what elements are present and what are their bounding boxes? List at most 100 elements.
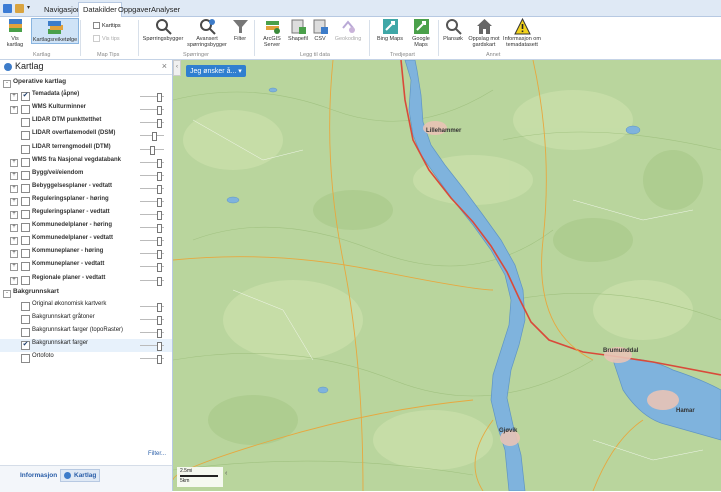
csv-button[interactable]: CSV: [309, 18, 331, 42]
filter-link[interactable]: Filter...: [148, 451, 166, 457]
slider-thumb[interactable]: [157, 93, 162, 103]
slider-thumb[interactable]: [157, 211, 162, 220]
layer-visibility-checkbox[interactable]: [21, 131, 30, 141]
layer-row[interactable]: + Kommuneplaner - vedtatt: [0, 260, 172, 273]
slider-thumb[interactable]: [157, 302, 162, 312]
opacity-slider[interactable]: [140, 276, 164, 286]
slider-thumb[interactable]: [157, 342, 162, 351]
layer-group-row[interactable]: - Operative kartlag: [0, 77, 172, 90]
shapefil-button[interactable]: Shapefil: [287, 18, 309, 42]
layer-visibility-checkbox[interactable]: [21, 327, 30, 337]
collapse-handle[interactable]: ‹: [225, 470, 233, 486]
expand-icon[interactable]: +: [10, 184, 18, 193]
expand-icon[interactable]: +: [10, 250, 18, 259]
collapse-panel-handle[interactable]: ‹: [173, 60, 181, 76]
bing-maps-button[interactable]: Bing Maps: [373, 18, 407, 42]
layer-row[interactable]: Ortofoto: [0, 352, 172, 365]
action-dropdown-button[interactable]: Jeg ønsker å... ▾: [186, 65, 246, 77]
dropdown-arrow-icon[interactable]: ▾: [27, 4, 32, 13]
layer-visibility-checkbox[interactable]: [21, 301, 30, 311]
slider-thumb[interactable]: [157, 276, 162, 286]
filter-button[interactable]: Filter: [229, 18, 251, 42]
slider-thumb[interactable]: [157, 224, 162, 234]
layer-row[interactable]: LIDAR overflatemodell (DSM): [0, 129, 172, 142]
opacity-slider[interactable]: [140, 237, 164, 247]
opacity-slider[interactable]: [140, 355, 164, 365]
collapse-icon[interactable]: -: [3, 80, 11, 88]
opacity-slider[interactable]: [140, 184, 164, 194]
kartlagsrekkefolge-button[interactable]: Kartlagsreiketølge: [31, 18, 79, 44]
oppslag-gardskart-button[interactable]: Oppslag mot gardskart: [466, 18, 502, 48]
opacity-slider[interactable]: [140, 224, 164, 234]
layer-visibility-checkbox[interactable]: [21, 249, 30, 259]
tab-informasjon[interactable]: Informasjon: [20, 472, 57, 479]
layer-row[interactable]: + WMS Kulturminner: [0, 103, 172, 116]
expand-icon[interactable]: +: [10, 171, 18, 180]
tab-analyser[interactable]: Analyser: [147, 3, 184, 16]
google-maps-button[interactable]: Google Maps: [407, 18, 435, 48]
vis-kartlag-button[interactable]: Vis kartlag: [0, 18, 30, 48]
layer-row[interactable]: + ✔ Temadata (åpne): [0, 90, 172, 103]
opacity-slider[interactable]: [140, 158, 164, 168]
opacity-slider[interactable]: [140, 119, 164, 129]
close-icon[interactable]: ×: [162, 61, 167, 71]
layer-row[interactable]: + Bebyggelsesplaner - vedtatt: [0, 182, 172, 195]
layer-visibility-checkbox[interactable]: [21, 223, 30, 233]
slider-thumb[interactable]: [150, 145, 155, 155]
sporringsbygger-button[interactable]: Spørringsbygger: [141, 18, 185, 42]
expand-icon[interactable]: +: [10, 106, 18, 115]
slider-thumb[interactable]: [157, 184, 162, 194]
opacity-slider[interactable]: [140, 263, 164, 273]
layer-row[interactable]: + WMS fra Nasjonal vegdatabank: [0, 156, 172, 169]
slider-thumb[interactable]: [157, 328, 162, 338]
layer-row[interactable]: + Kommunedelplaner - høring: [0, 221, 172, 234]
expand-icon[interactable]: +: [10, 197, 18, 206]
layer-visibility-checkbox[interactable]: [21, 354, 30, 364]
layer-visibility-checkbox[interactable]: [21, 183, 30, 193]
layer-visibility-checkbox[interactable]: [21, 144, 30, 154]
opacity-slider[interactable]: [140, 302, 164, 312]
informasjon-temadatasett-button[interactable]: Informasjon om temadatasett: [502, 17, 542, 48]
layer-visibility-checkbox[interactable]: [21, 262, 30, 272]
layer-row[interactable]: LIDAR terrengmodell (DTM): [0, 143, 172, 156]
slider-thumb[interactable]: [157, 263, 162, 273]
expand-icon[interactable]: +: [10, 276, 18, 285]
opacity-slider[interactable]: [140, 145, 164, 155]
layer-row[interactable]: Original økonomisk kartverk: [0, 300, 172, 313]
opacity-slider[interactable]: [140, 106, 164, 116]
layer-visibility-checkbox[interactable]: [21, 105, 30, 115]
opacity-slider[interactable]: [140, 342, 164, 351]
slider-thumb[interactable]: [157, 171, 162, 181]
layer-row[interactable]: LIDAR DTM punkttetthet: [0, 116, 172, 129]
layer-row[interactable]: Bakgrunnskart gråtoner: [0, 313, 172, 326]
layer-visibility-checkbox[interactable]: ✔: [21, 92, 30, 102]
layer-group-row[interactable]: - Bakgrunnskart: [0, 287, 172, 300]
slider-thumb[interactable]: [157, 119, 162, 129]
layer-visibility-checkbox[interactable]: [21, 196, 30, 206]
opacity-slider[interactable]: [140, 197, 164, 207]
opacity-slider[interactable]: [140, 93, 164, 103]
karttips-box[interactable]: [93, 22, 100, 29]
plansok-button[interactable]: Plansøk: [440, 18, 466, 42]
slider-thumb[interactable]: [157, 250, 162, 260]
folder-icon[interactable]: [15, 3, 24, 13]
layer-visibility-checkbox[interactable]: [21, 275, 30, 285]
opacity-slider[interactable]: [140, 315, 164, 325]
layer-row[interactable]: Bakgrunnskart farger (topoRaster): [0, 326, 172, 339]
layer-row[interactable]: + Regionale planer - vedtatt: [0, 274, 172, 287]
layer-visibility-checkbox[interactable]: [21, 314, 30, 324]
layer-visibility-checkbox[interactable]: [21, 236, 30, 246]
expand-icon[interactable]: +: [10, 237, 18, 246]
expand-icon[interactable]: +: [10, 158, 18, 167]
slider-thumb[interactable]: [157, 106, 162, 116]
opacity-slider[interactable]: [140, 211, 164, 220]
expand-icon[interactable]: +: [10, 211, 18, 219]
layer-visibility-checkbox[interactable]: [21, 157, 30, 167]
app-icon[interactable]: [3, 3, 12, 13]
layer-visibility-checkbox[interactable]: [21, 210, 30, 219]
layer-row[interactable]: + Kommunedelplaner - vedtatt: [0, 234, 172, 247]
layer-row[interactable]: + Bygg/vei/eiendom: [0, 169, 172, 182]
layer-row[interactable]: + Kommuneplaner - høring: [0, 247, 172, 260]
opacity-slider[interactable]: [140, 171, 164, 181]
slider-thumb[interactable]: [157, 355, 162, 365]
